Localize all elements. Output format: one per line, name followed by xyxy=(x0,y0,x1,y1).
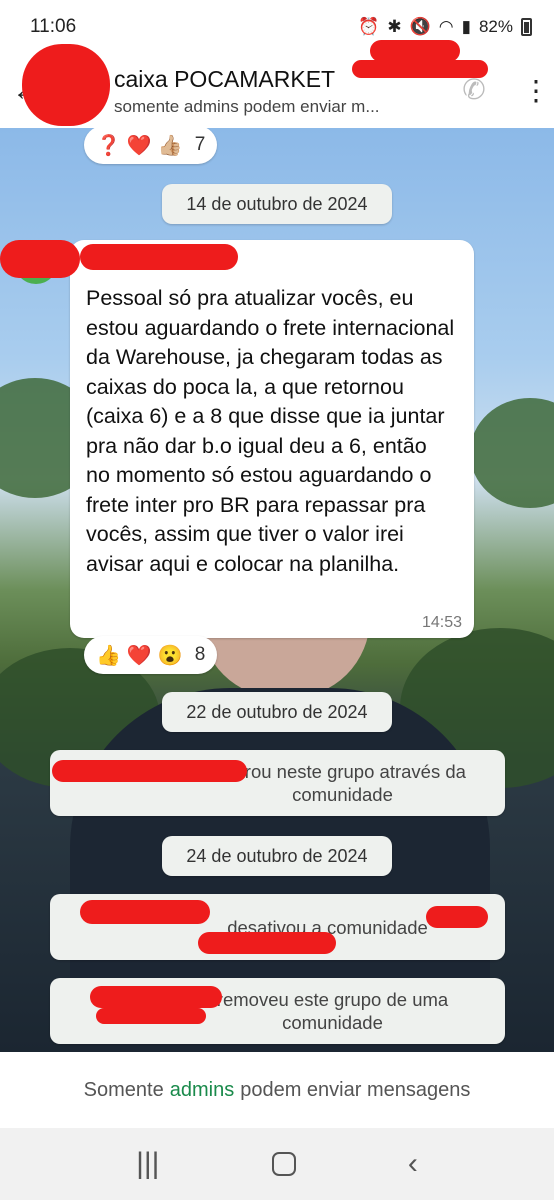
redaction-mark xyxy=(96,1008,206,1024)
redaction-mark xyxy=(90,986,222,1008)
redaction-mark xyxy=(352,60,488,78)
redaction-mark xyxy=(80,900,210,924)
reaction-count: 8 xyxy=(194,644,206,665)
date-label: 22 de outubro de 2024 xyxy=(186,701,368,722)
redaction-mark xyxy=(80,244,238,270)
more-options-icon[interactable]: ⋮ xyxy=(522,77,550,105)
recent-apps-icon[interactable]: ||| xyxy=(136,1147,159,1181)
wifi-icon: ◠ xyxy=(438,17,454,36)
reaction-emoji: ❤️ xyxy=(126,134,152,157)
group-subtitle: somente admins podem enviar m... xyxy=(114,96,380,116)
footer-text-before: Somente xyxy=(83,1078,164,1101)
reaction-emoji: 😮 xyxy=(157,644,183,667)
redaction-mark xyxy=(426,906,488,928)
home-icon[interactable] xyxy=(271,1152,296,1176)
message-time: 14:53 xyxy=(421,614,462,631)
status-time: 11:06 xyxy=(30,16,77,37)
redaction-mark xyxy=(22,44,110,126)
mute-icon: 🔇 xyxy=(409,17,431,36)
bluetooth-icon: ✱ xyxy=(387,17,402,36)
redaction-mark xyxy=(52,760,247,782)
battery-percent: 82% xyxy=(478,17,513,36)
message-text: Pessoal só pra atualizar vocês, eu estou… xyxy=(86,286,455,576)
reaction-bar[interactable]: ❓ ❤️ 👍🏼 7 xyxy=(84,128,218,164)
date-separator: 22 de outubro de 2024 xyxy=(162,692,392,732)
battery-icon xyxy=(521,18,532,36)
reaction-emoji: 👍🏼 xyxy=(157,134,183,157)
footer-text-after: podem enviar mensagens xyxy=(240,1078,471,1101)
redaction-mark xyxy=(198,932,336,954)
date-label: 14 de outubro de 2024 xyxy=(186,193,368,214)
background-tree xyxy=(470,398,554,508)
reaction-emoji: ❤️ xyxy=(126,644,152,667)
reaction-count: 7 xyxy=(194,134,206,155)
reaction-emoji: 👍 xyxy=(96,644,121,667)
redaction-mark xyxy=(0,240,80,278)
date-separator: 14 de outubro de 2024 xyxy=(162,184,392,224)
message-bubble[interactable]: Pessoal só pra atualizar vocês, eu estou… xyxy=(70,240,474,638)
read-only-footer: Somente admins podem enviar mensagens xyxy=(0,1052,554,1128)
date-separator: 24 de outubro de 2024 xyxy=(162,836,392,876)
system-navigation-bar: ||| ‹ xyxy=(0,1128,554,1200)
system-message-text: removeu este grupo de uma comunidade xyxy=(216,989,449,1033)
status-icons: ⏰ ✱ 🔇 ◠ ▮ 82% xyxy=(358,17,532,37)
alarm-icon: ⏰ xyxy=(358,17,380,36)
call-icon[interactable]: ✆ xyxy=(456,73,492,109)
footer-admins-link[interactable]: admins xyxy=(170,1079,234,1102)
date-label: 24 de outubro de 2024 xyxy=(186,845,368,866)
chat-area[interactable]: ❓ ❤️ 👍🏼 7 14 de outubro de 2024 Pessoal … xyxy=(0,128,554,1052)
signal-icon: ▮ xyxy=(461,17,471,36)
redaction-mark xyxy=(370,40,460,62)
reaction-emoji: ❓ xyxy=(96,134,121,157)
reaction-bar[interactable]: 👍 ❤️ 😮 8 xyxy=(84,636,218,674)
back-icon[interactable]: ‹ xyxy=(408,1147,418,1181)
